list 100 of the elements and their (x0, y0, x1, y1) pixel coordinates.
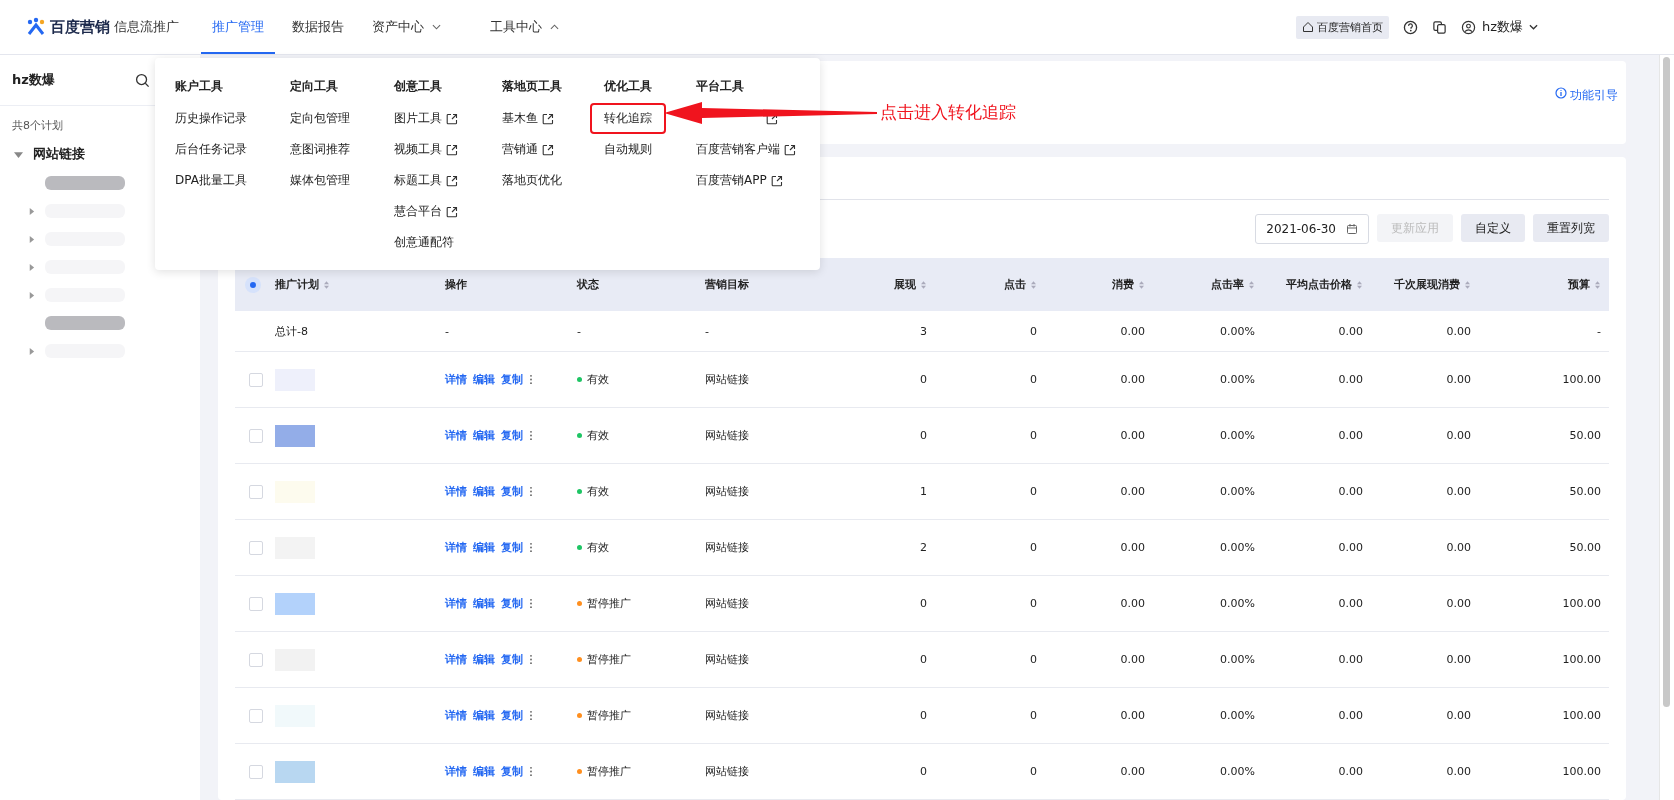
action-link[interactable]: 复制 (501, 372, 523, 387)
action-link[interactable]: 详情 (445, 764, 467, 779)
action-link[interactable]: 编辑 (473, 652, 495, 667)
row-checkbox[interactable] (249, 540, 263, 555)
action-link[interactable]: 详情 (445, 428, 467, 443)
menu-item[interactable]: 百度营销客户端 (696, 134, 796, 165)
more-icon[interactable] (529, 542, 533, 553)
table-cell: 网站链接 (705, 540, 749, 555)
action-link[interactable]: 编辑 (473, 596, 495, 611)
menu-item[interactable]: 自动规则 (604, 134, 696, 165)
row-checkbox[interactable] (249, 428, 263, 443)
toolbar-button[interactable]: 重置列宽 (1533, 214, 1609, 242)
row-checkbox[interactable] (249, 484, 263, 499)
menu-item[interactable]: DPA批量工具 (175, 165, 290, 196)
menu-item[interactable]: 营销通 (502, 134, 604, 165)
more-icon[interactable] (529, 654, 533, 665)
nav-tab[interactable]: 推广管理 (201, 2, 275, 54)
row-checkbox[interactable] (249, 652, 263, 667)
expand-icon[interactable] (14, 149, 23, 159)
sort-icon[interactable] (1030, 279, 1037, 290)
action-link[interactable]: 编辑 (473, 540, 495, 555)
menu-item[interactable]: 意图词推荐 (290, 134, 394, 165)
action-link[interactable]: 详情 (445, 484, 467, 499)
menu-item[interactable]: 标题工具 (394, 165, 502, 196)
date-picker[interactable]: 2021-06-30 (1255, 214, 1369, 244)
table-cell: 0 (1030, 541, 1037, 554)
expand-icon[interactable] (28, 263, 35, 271)
search-icon[interactable] (135, 72, 150, 88)
menu-item[interactable]: 媒体包管理 (290, 165, 394, 196)
home-button[interactable]: 百度营销首页 (1295, 15, 1389, 39)
menu-item[interactable]: 转化追踪 (590, 103, 666, 134)
menu-item[interactable]: 慧合平台 (394, 196, 502, 227)
column-header: 营销目标 (705, 277, 749, 292)
row-checkbox[interactable] (249, 764, 263, 779)
action-link[interactable]: 复制 (501, 708, 523, 723)
action-link[interactable]: 详情 (445, 596, 467, 611)
action-link[interactable]: 复制 (501, 428, 523, 443)
action-link[interactable]: 复制 (501, 596, 523, 611)
action-link[interactable]: 复制 (501, 484, 523, 499)
nav-tab[interactable]: 数据报告 (281, 2, 355, 54)
action-link[interactable]: 复制 (501, 540, 523, 555)
table-cell: 0.00 (1338, 373, 1363, 386)
sort-icon[interactable] (920, 279, 927, 290)
status-text: 有效 (587, 428, 609, 443)
action-link[interactable]: 编辑 (473, 484, 495, 499)
expand-icon[interactable] (28, 291, 35, 299)
table-cell: 0.00 (1446, 485, 1471, 498)
menu-item[interactable]: 落地页优化 (502, 165, 604, 196)
help-icon[interactable] (1402, 19, 1418, 35)
row-checkbox[interactable] (249, 372, 263, 387)
table-cell: 0.00 (1338, 765, 1363, 778)
column-header: 展现 (894, 277, 916, 292)
guide-link[interactable]: 功能引导 (1555, 87, 1618, 101)
menu-item[interactable]: 定向包管理 (290, 103, 394, 134)
nav-tab[interactable]: 资产中心 (361, 2, 452, 54)
expand-icon[interactable] (28, 347, 35, 355)
table-cell: 0.00 (1446, 709, 1471, 722)
action-link[interactable]: 编辑 (473, 428, 495, 443)
action-link[interactable]: 编辑 (473, 708, 495, 723)
copy-icon[interactable] (1431, 19, 1447, 35)
menu-item[interactable]: 后台任务记录 (175, 134, 290, 165)
more-icon[interactable] (529, 710, 533, 721)
more-icon[interactable] (529, 598, 533, 609)
expand-icon[interactable] (28, 207, 35, 215)
sort-icon[interactable] (323, 279, 330, 290)
sort-icon[interactable] (1594, 279, 1601, 290)
more-icon[interactable] (529, 430, 533, 441)
menu-item[interactable]: 百度营销APP (696, 165, 796, 196)
action-link[interactable]: 复制 (501, 764, 523, 779)
more-icon[interactable] (529, 374, 533, 385)
annotation-text: 点击进入转化追踪 (880, 101, 1016, 124)
scrollbar-thumb[interactable] (1663, 57, 1670, 707)
sort-icon[interactable] (1356, 279, 1363, 290)
row-checkbox[interactable] (249, 596, 263, 611)
action-link[interactable]: 详情 (445, 372, 467, 387)
menu-item[interactable]: 视频工具 (394, 134, 502, 165)
more-icon[interactable] (529, 486, 533, 497)
menu-item[interactable]: 历史操作记录 (175, 103, 290, 134)
nav-tab[interactable]: 工具中心 (474, 2, 575, 54)
toolbar-button[interactable]: 自定义 (1461, 214, 1525, 242)
row-checkbox[interactable] (249, 708, 263, 723)
menu-item[interactable]: 创意通配符 (394, 227, 502, 258)
more-icon[interactable] (529, 766, 533, 777)
user-menu[interactable]: hz数爆 (1460, 18, 1538, 36)
sort-icon[interactable] (1248, 279, 1255, 290)
table-cell: 0.00 (1446, 597, 1471, 610)
action-link[interactable]: 详情 (445, 540, 467, 555)
menu-item[interactable]: 图片工具 (394, 103, 502, 134)
table-cell: 0.00 (1446, 324, 1471, 338)
action-link[interactable]: 详情 (445, 708, 467, 723)
action-link[interactable]: 复制 (501, 652, 523, 667)
action-link[interactable]: 详情 (445, 652, 467, 667)
expand-icon[interactable] (28, 235, 35, 243)
action-link[interactable]: 编辑 (473, 372, 495, 387)
action-link[interactable]: 编辑 (473, 764, 495, 779)
sort-icon[interactable] (1464, 279, 1471, 290)
select-all-checkbox[interactable] (245, 276, 261, 293)
table-cell: 3 (920, 324, 927, 338)
table-cell: 0.00 (1446, 541, 1471, 554)
sort-icon[interactable] (1138, 279, 1145, 290)
